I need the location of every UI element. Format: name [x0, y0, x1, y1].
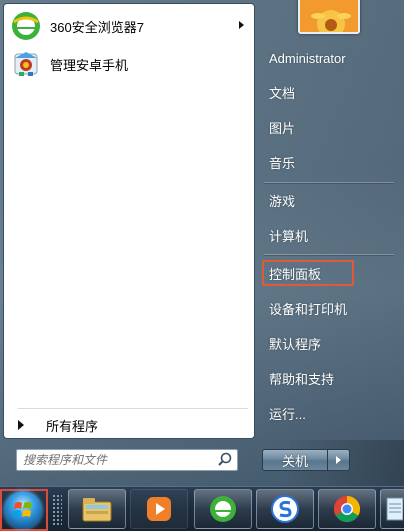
windows-logo-icon [13, 502, 32, 517]
chevron-right-icon [336, 456, 341, 464]
chrome-icon [333, 495, 361, 523]
taskbar-grip[interactable] [52, 494, 62, 526]
program-item-360-browser[interactable]: 360安全浏览器7 [8, 8, 252, 44]
games-link[interactable]: 游戏 [262, 187, 396, 213]
user-folder-link[interactable]: Administrator [262, 45, 396, 71]
computer-link[interactable]: 计算机 [262, 222, 396, 248]
devices-printers-link[interactable]: 设备和打印机 [262, 295, 396, 321]
search-icon[interactable] [215, 451, 235, 469]
program-label: 管理安卓手机 [50, 57, 129, 73]
divider [264, 254, 394, 255]
program-item-android-manager[interactable]: 管理安卓手机 [8, 46, 252, 82]
shutdown-options-button[interactable] [328, 449, 350, 471]
programs-pane: 360安全浏览器7 管理安卓手机 所有程序 [3, 3, 255, 439]
submenu-arrow-icon[interactable] [239, 21, 244, 29]
documents-link[interactable]: 文档 [262, 79, 396, 105]
start-orb-button[interactable] [4, 491, 42, 529]
search-input[interactable] [23, 451, 215, 469]
divider [18, 408, 248, 409]
file-explorer-icon [82, 498, 112, 522]
run-link[interactable]: 运行... [262, 400, 396, 426]
taskbar-sogou-button[interactable] [256, 489, 314, 529]
taskbar-360-browser-button[interactable] [194, 489, 252, 529]
expand-arrow-icon [18, 420, 24, 430]
360-browser-icon [210, 496, 236, 522]
taskbar-notepad-button[interactable] [380, 489, 404, 529]
360-browser-icon [10, 10, 42, 42]
flower-image [300, 0, 358, 32]
media-player-icon [147, 497, 171, 521]
program-label: 360安全浏览器7 [50, 19, 144, 35]
taskbar-explorer-button[interactable] [68, 489, 126, 529]
divider [264, 182, 394, 183]
android-manager-icon [10, 48, 42, 80]
sogou-input-icon [271, 495, 299, 523]
notepad-icon [386, 497, 403, 521]
taskbar-media-button[interactable] [130, 489, 188, 529]
help-support-link[interactable]: 帮助和支持 [262, 365, 396, 391]
shutdown-button[interactable]: 关机 [262, 449, 328, 471]
music-link[interactable]: 音乐 [262, 149, 396, 175]
search-box[interactable] [16, 449, 238, 471]
taskbar-chrome-button[interactable] [318, 489, 376, 529]
user-picture[interactable] [298, 0, 360, 34]
all-programs-button[interactable]: 所有程序 [10, 412, 250, 438]
pictures-link[interactable]: 图片 [262, 114, 396, 140]
all-programs-label: 所有程序 [46, 418, 99, 434]
control-panel-link[interactable]: 控制面板 [262, 260, 354, 286]
default-programs-link[interactable]: 默认程序 [262, 330, 396, 356]
